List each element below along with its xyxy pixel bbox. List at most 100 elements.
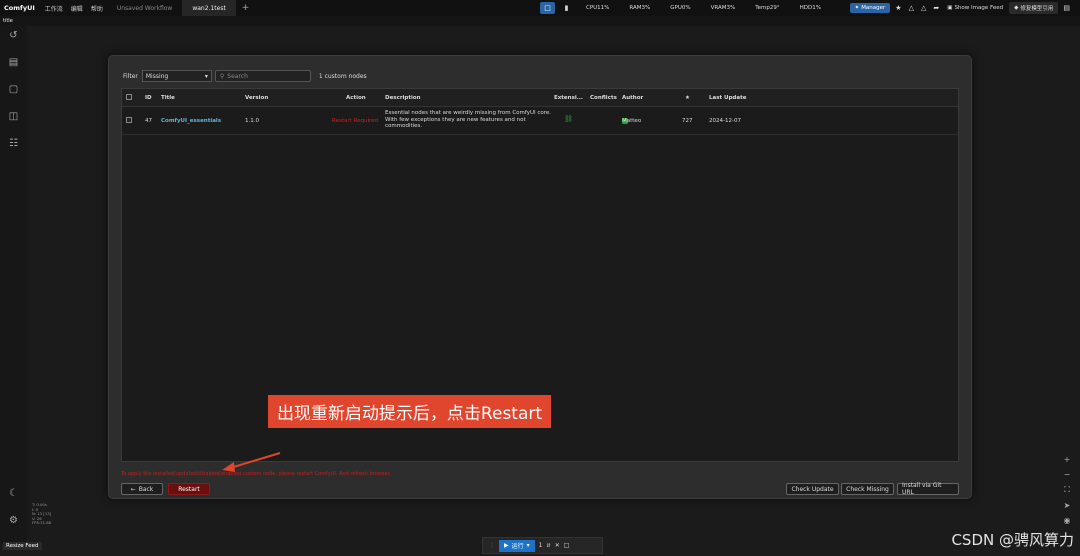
row-description: Essential nodes that are weirdly missing… — [385, 110, 552, 129]
check-update-button[interactable]: Check Update — [786, 483, 839, 495]
watermark: CSDN @骋风算力 — [951, 531, 1074, 549]
col-action[interactable]: Action — [346, 95, 366, 101]
perf-stats: T: 0.00s I: 0 N: 13 [13] V: 26 FPS:31.88 — [32, 502, 52, 526]
col-stars[interactable]: ★ — [685, 95, 690, 101]
chevron-down-icon: ▾ — [204, 72, 208, 80]
row-last-update: 2024-12-07 — [709, 118, 741, 124]
custom-node-count: 1 custom nodes — [318, 72, 367, 80]
nodes-icon[interactable]: ☷ — [0, 138, 27, 149]
col-conflicts[interactable]: Conflicts — [590, 95, 617, 101]
search-placeholder: Search — [227, 72, 248, 80]
col-last-update[interactable]: Last Update — [709, 95, 746, 101]
stepper-icon[interactable]: ⇵ — [546, 543, 550, 549]
row-checkbox[interactable] — [126, 117, 132, 123]
check-missing-button[interactable]: Check Missing — [841, 483, 894, 495]
stat-cpu: CPU11% — [586, 5, 610, 11]
row-title-link[interactable]: ComfyUI_essentials — [161, 118, 221, 124]
chart-icon[interactable]: □ — [540, 2, 555, 14]
search-icon: ⚲ — [219, 72, 225, 80]
col-id[interactable]: ID — [145, 95, 152, 101]
image-icon: ▣ — [947, 5, 953, 11]
feed-label: Show Image Feed — [954, 5, 1004, 11]
stat-hdd: HDD1% — [799, 5, 821, 11]
extension-icon[interactable]: ⛓ — [564, 115, 573, 123]
table-header: ID Title Version Action Description Exte… — [122, 89, 958, 107]
repair-model-button[interactable]: ◆ 修复模型引用 — [1009, 2, 1059, 14]
stat-temp: Temp29° — [755, 5, 780, 11]
close-icon[interactable]: ✕ — [555, 542, 560, 549]
row-author-name: Matteo — [622, 118, 642, 124]
menu-workflow[interactable]: 工作流 — [41, 4, 67, 13]
row-version[interactable]: 1.1.0 — [245, 118, 259, 124]
flask-alt-icon[interactable]: △ — [919, 4, 928, 12]
repair-icon: ◆ — [1014, 5, 1019, 11]
row-action-status[interactable]: Restart Required — [332, 118, 378, 124]
col-title[interactable]: Title — [161, 95, 175, 101]
arrow-left-icon: ← — [130, 485, 136, 493]
show-image-feed-button[interactable]: ▣ Show Image Feed — [944, 5, 1006, 11]
annotation-arrow — [222, 452, 281, 472]
fit-view-icon[interactable]: ⛶ — [1064, 485, 1070, 495]
back-button[interactable]: ← Back — [121, 483, 163, 495]
cube-icon[interactable]: ▢ — [0, 84, 27, 95]
col-extension[interactable]: Extensi... — [554, 95, 583, 101]
run-toolbar: ⋮ ▶ 运行 ▾ 1 ⇵ ✕ □ — [482, 537, 603, 554]
stat-ram: RAM3% — [629, 5, 651, 11]
zoom-out-icon[interactable]: − — [1064, 470, 1071, 479]
document-icon[interactable]: ▮ — [559, 2, 574, 14]
col-version[interactable]: Version — [245, 95, 268, 101]
share-icon[interactable]: ➦ — [931, 4, 941, 12]
manager-button[interactable]: ✦ Manager — [849, 3, 891, 13]
batch-count-input[interactable]: 1 — [539, 542, 543, 549]
zoom-in-icon[interactable]: + — [1064, 455, 1071, 464]
run-button[interactable]: ▶ 运行 ▾ — [499, 539, 535, 552]
history-icon[interactable]: ↺ — [0, 30, 27, 41]
install-git-url-button[interactable]: Install via Git URL — [897, 482, 959, 496]
queue-icon[interactable]: ▤ — [0, 57, 27, 68]
stop-icon[interactable]: □ — [564, 542, 570, 549]
resource-stats: □ ▮ CPU11% RAM3% GPU0% VRAM3% Temp29° HD… — [540, 0, 829, 16]
menu-help[interactable]: 帮助 — [87, 4, 107, 13]
filter-select[interactable]: Missing ▾ — [141, 70, 212, 82]
stat-vram: VRAM3% — [710, 5, 736, 11]
perf-fps: FPS:31.88 — [32, 520, 52, 525]
table-row[interactable]: 47 ComfyUI_essentials 1.1.0 Restart Requ… — [122, 107, 958, 135]
eye-icon[interactable]: ◉ — [1064, 516, 1071, 525]
app-brand[interactable]: ComfyUI — [0, 4, 41, 12]
navigate-icon[interactable]: ➤ — [1064, 501, 1071, 510]
run-label: 运行 — [511, 543, 524, 550]
resize-feed-button[interactable]: Resize Feed — [3, 542, 42, 550]
repair-label: 修复模型引用 — [1020, 6, 1054, 12]
tab-wan-test[interactable]: wan2.1test — [182, 0, 236, 16]
left-sidebar: ↺ ▤ ▢ ◫ ☷ ☾ ⚙ — [0, 26, 27, 544]
col-description[interactable]: Description — [385, 95, 421, 101]
drag-handle-icon[interactable]: ⋮ — [489, 542, 495, 549]
row-id: 47 — [145, 118, 152, 124]
search-input[interactable]: ⚲ Search — [214, 70, 311, 82]
tab-unsaved-workflow[interactable]: Unsaved Workflow — [107, 0, 183, 16]
row-stars: 727 — [682, 118, 693, 124]
star-icon[interactable]: ★ — [893, 4, 903, 12]
panel-icon[interactable]: ▤ — [1061, 4, 1072, 12]
back-label: Back — [138, 485, 154, 493]
add-tab-button[interactable]: + — [236, 3, 256, 13]
filter-row: Filter Missing ▾ ⚲ Search 1 custom nodes — [123, 69, 367, 83]
puzzle-icon: ✦ — [854, 5, 860, 11]
canvas-controls: + − ⛶ ➤ ◉ — [1059, 455, 1075, 525]
play-icon: ▶ — [504, 542, 509, 549]
col-author[interactable]: Author — [622, 95, 643, 101]
sub-title-bar: title — [0, 16, 1080, 26]
gear-icon[interactable]: ⚙ — [0, 515, 27, 526]
manager-label: Manager — [861, 5, 886, 11]
chevron-down-icon: ▾ — [526, 542, 530, 549]
flask-icon[interactable]: △ — [907, 4, 916, 12]
folder-icon[interactable]: ◫ — [0, 111, 27, 122]
top-bar: ComfyUI 工作流 编辑 帮助 Unsaved Workflow wan2.… — [0, 0, 1080, 16]
menu-edit[interactable]: 编辑 — [67, 4, 87, 13]
stat-gpu: GPU0% — [670, 5, 691, 11]
restart-button[interactable]: Restart — [168, 483, 210, 495]
annotation-callout: 出现重新启动提示后，点击Restart — [268, 395, 551, 428]
moon-icon[interactable]: ☾ — [0, 488, 27, 499]
select-all-checkbox[interactable] — [126, 94, 132, 100]
filter-label: Filter — [123, 72, 138, 80]
